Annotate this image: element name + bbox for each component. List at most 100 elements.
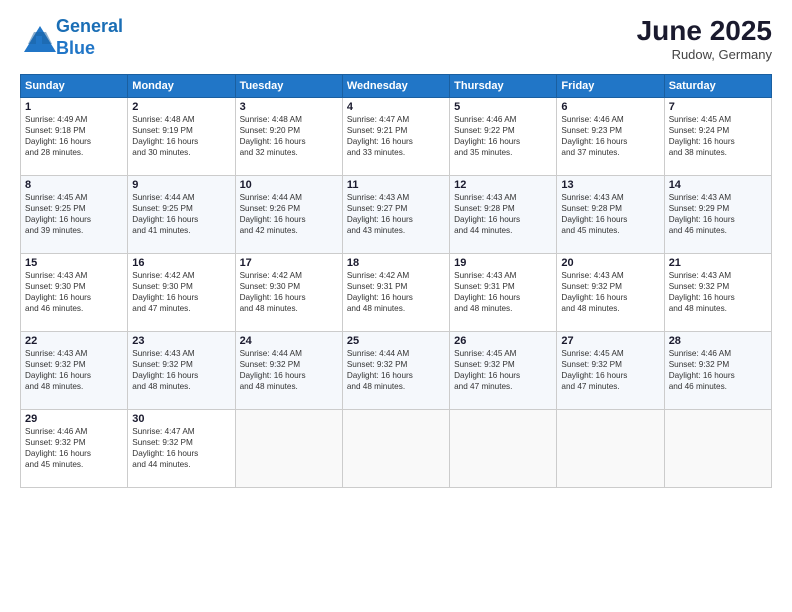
calendar-cell: 19Sunrise: 4:43 AM Sunset: 9:31 PM Dayli… xyxy=(450,253,557,331)
day-info: Sunrise: 4:43 AM Sunset: 9:30 PM Dayligh… xyxy=(25,270,123,314)
day-number: 29 xyxy=(25,413,123,425)
day-info: Sunrise: 4:47 AM Sunset: 9:32 PM Dayligh… xyxy=(132,426,230,470)
calendar-cell: 18Sunrise: 4:42 AM Sunset: 9:31 PM Dayli… xyxy=(342,253,449,331)
day-info: Sunrise: 4:43 AM Sunset: 9:32 PM Dayligh… xyxy=(132,348,230,392)
calendar-cell: 15Sunrise: 4:43 AM Sunset: 9:30 PM Dayli… xyxy=(21,253,128,331)
day-info: Sunrise: 4:43 AM Sunset: 9:32 PM Dayligh… xyxy=(25,348,123,392)
day-number: 28 xyxy=(669,335,767,347)
calendar-header-wednesday: Wednesday xyxy=(342,74,449,97)
logo-line2: Blue xyxy=(56,38,95,58)
day-number: 5 xyxy=(454,101,552,113)
calendar-cell: 14Sunrise: 4:43 AM Sunset: 9:29 PM Dayli… xyxy=(664,175,771,253)
month-title: June 2025 xyxy=(637,16,772,47)
calendar-week-3: 15Sunrise: 4:43 AM Sunset: 9:30 PM Dayli… xyxy=(21,253,772,331)
day-number: 27 xyxy=(561,335,659,347)
calendar-cell: 28Sunrise: 4:46 AM Sunset: 9:32 PM Dayli… xyxy=(664,331,771,409)
calendar-cell: 5Sunrise: 4:46 AM Sunset: 9:22 PM Daylig… xyxy=(450,97,557,175)
calendar-cell xyxy=(557,409,664,487)
day-number: 24 xyxy=(240,335,338,347)
day-number: 1 xyxy=(25,101,123,113)
day-number: 4 xyxy=(347,101,445,113)
calendar-cell: 7Sunrise: 4:45 AM Sunset: 9:24 PM Daylig… xyxy=(664,97,771,175)
day-info: Sunrise: 4:42 AM Sunset: 9:30 PM Dayligh… xyxy=(240,270,338,314)
day-info: Sunrise: 4:46 AM Sunset: 9:22 PM Dayligh… xyxy=(454,114,552,158)
calendar-cell: 29Sunrise: 4:46 AM Sunset: 9:32 PM Dayli… xyxy=(21,409,128,487)
calendar-cell: 6Sunrise: 4:46 AM Sunset: 9:23 PM Daylig… xyxy=(557,97,664,175)
day-info: Sunrise: 4:43 AM Sunset: 9:32 PM Dayligh… xyxy=(669,270,767,314)
day-number: 17 xyxy=(240,257,338,269)
calendar-cell: 25Sunrise: 4:44 AM Sunset: 9:32 PM Dayli… xyxy=(342,331,449,409)
calendar-header-saturday: Saturday xyxy=(664,74,771,97)
calendar-cell: 27Sunrise: 4:45 AM Sunset: 9:32 PM Dayli… xyxy=(557,331,664,409)
calendar-cell: 21Sunrise: 4:43 AM Sunset: 9:32 PM Dayli… xyxy=(664,253,771,331)
calendar-cell: 1Sunrise: 4:49 AM Sunset: 9:18 PM Daylig… xyxy=(21,97,128,175)
calendar-cell: 22Sunrise: 4:43 AM Sunset: 9:32 PM Dayli… xyxy=(21,331,128,409)
subtitle: Rudow, Germany xyxy=(637,47,772,62)
page: General Blue June 2025 Rudow, Germany Su… xyxy=(0,0,792,612)
calendar-week-4: 22Sunrise: 4:43 AM Sunset: 9:32 PM Dayli… xyxy=(21,331,772,409)
day-info: Sunrise: 4:43 AM Sunset: 9:27 PM Dayligh… xyxy=(347,192,445,236)
day-info: Sunrise: 4:44 AM Sunset: 9:32 PM Dayligh… xyxy=(240,348,338,392)
calendar: SundayMondayTuesdayWednesdayThursdayFrid… xyxy=(20,74,772,488)
logo-text: General Blue xyxy=(56,16,123,59)
calendar-cell: 23Sunrise: 4:43 AM Sunset: 9:32 PM Dayli… xyxy=(128,331,235,409)
calendar-cell: 30Sunrise: 4:47 AM Sunset: 9:32 PM Dayli… xyxy=(128,409,235,487)
day-number: 9 xyxy=(132,179,230,191)
day-number: 25 xyxy=(347,335,445,347)
calendar-cell: 3Sunrise: 4:48 AM Sunset: 9:20 PM Daylig… xyxy=(235,97,342,175)
calendar-header-tuesday: Tuesday xyxy=(235,74,342,97)
logo-icon xyxy=(20,24,52,52)
calendar-week-5: 29Sunrise: 4:46 AM Sunset: 9:32 PM Dayli… xyxy=(21,409,772,487)
day-info: Sunrise: 4:45 AM Sunset: 9:25 PM Dayligh… xyxy=(25,192,123,236)
day-info: Sunrise: 4:43 AM Sunset: 9:28 PM Dayligh… xyxy=(454,192,552,236)
calendar-week-2: 8Sunrise: 4:45 AM Sunset: 9:25 PM Daylig… xyxy=(21,175,772,253)
calendar-cell xyxy=(664,409,771,487)
day-info: Sunrise: 4:43 AM Sunset: 9:28 PM Dayligh… xyxy=(561,192,659,236)
day-number: 21 xyxy=(669,257,767,269)
calendar-cell: 11Sunrise: 4:43 AM Sunset: 9:27 PM Dayli… xyxy=(342,175,449,253)
day-info: Sunrise: 4:43 AM Sunset: 9:31 PM Dayligh… xyxy=(454,270,552,314)
day-info: Sunrise: 4:42 AM Sunset: 9:30 PM Dayligh… xyxy=(132,270,230,314)
day-info: Sunrise: 4:46 AM Sunset: 9:23 PM Dayligh… xyxy=(561,114,659,158)
day-info: Sunrise: 4:44 AM Sunset: 9:25 PM Dayligh… xyxy=(132,192,230,236)
calendar-cell xyxy=(450,409,557,487)
day-number: 13 xyxy=(561,179,659,191)
day-info: Sunrise: 4:44 AM Sunset: 9:32 PM Dayligh… xyxy=(347,348,445,392)
day-info: Sunrise: 4:43 AM Sunset: 9:29 PM Dayligh… xyxy=(669,192,767,236)
day-info: Sunrise: 4:43 AM Sunset: 9:32 PM Dayligh… xyxy=(561,270,659,314)
day-info: Sunrise: 4:42 AM Sunset: 9:31 PM Dayligh… xyxy=(347,270,445,314)
day-number: 19 xyxy=(454,257,552,269)
day-info: Sunrise: 4:47 AM Sunset: 9:21 PM Dayligh… xyxy=(347,114,445,158)
calendar-cell: 13Sunrise: 4:43 AM Sunset: 9:28 PM Dayli… xyxy=(557,175,664,253)
calendar-cell: 2Sunrise: 4:48 AM Sunset: 9:19 PM Daylig… xyxy=(128,97,235,175)
calendar-cell: 8Sunrise: 4:45 AM Sunset: 9:25 PM Daylig… xyxy=(21,175,128,253)
day-info: Sunrise: 4:49 AM Sunset: 9:18 PM Dayligh… xyxy=(25,114,123,158)
calendar-cell: 9Sunrise: 4:44 AM Sunset: 9:25 PM Daylig… xyxy=(128,175,235,253)
calendar-cell: 17Sunrise: 4:42 AM Sunset: 9:30 PM Dayli… xyxy=(235,253,342,331)
calendar-cell: 4Sunrise: 4:47 AM Sunset: 9:21 PM Daylig… xyxy=(342,97,449,175)
day-number: 15 xyxy=(25,257,123,269)
calendar-cell: 12Sunrise: 4:43 AM Sunset: 9:28 PM Dayli… xyxy=(450,175,557,253)
logo: General Blue xyxy=(20,16,123,59)
calendar-week-1: 1Sunrise: 4:49 AM Sunset: 9:18 PM Daylig… xyxy=(21,97,772,175)
day-number: 22 xyxy=(25,335,123,347)
calendar-cell: 10Sunrise: 4:44 AM Sunset: 9:26 PM Dayli… xyxy=(235,175,342,253)
day-number: 12 xyxy=(454,179,552,191)
day-number: 3 xyxy=(240,101,338,113)
day-info: Sunrise: 4:45 AM Sunset: 9:32 PM Dayligh… xyxy=(561,348,659,392)
calendar-cell: 24Sunrise: 4:44 AM Sunset: 9:32 PM Dayli… xyxy=(235,331,342,409)
day-number: 20 xyxy=(561,257,659,269)
day-number: 2 xyxy=(132,101,230,113)
day-info: Sunrise: 4:44 AM Sunset: 9:26 PM Dayligh… xyxy=(240,192,338,236)
day-number: 10 xyxy=(240,179,338,191)
logo-line1: General xyxy=(56,16,123,36)
day-number: 6 xyxy=(561,101,659,113)
calendar-header-thursday: Thursday xyxy=(450,74,557,97)
day-number: 26 xyxy=(454,335,552,347)
day-number: 14 xyxy=(669,179,767,191)
title-block: June 2025 Rudow, Germany xyxy=(637,16,772,62)
calendar-cell xyxy=(342,409,449,487)
calendar-cell xyxy=(235,409,342,487)
calendar-header-monday: Monday xyxy=(128,74,235,97)
calendar-cell: 26Sunrise: 4:45 AM Sunset: 9:32 PM Dayli… xyxy=(450,331,557,409)
